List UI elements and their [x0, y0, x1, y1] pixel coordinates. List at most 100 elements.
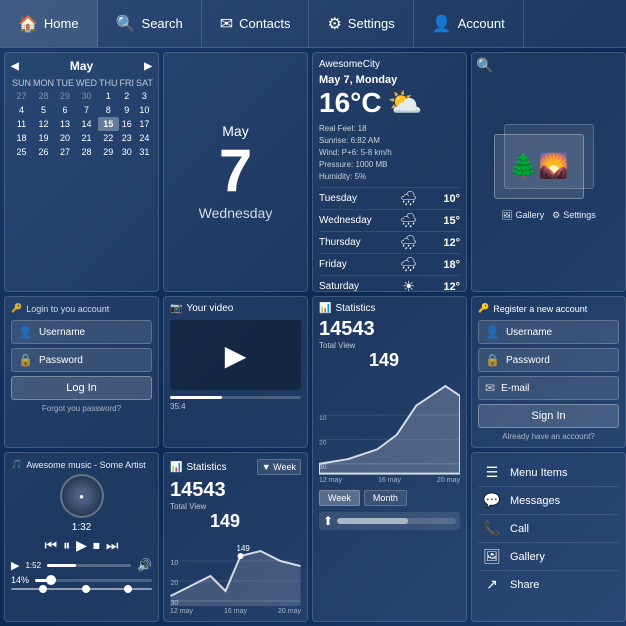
nav-account[interactable]: 👤 Account — [414, 0, 524, 47]
multi-dot-slider — [11, 588, 152, 590]
home-icon: 🏠 — [18, 14, 38, 34]
menu-item-menu[interactable]: ☰ Menu Items — [478, 459, 619, 487]
signin-button[interactable]: Sign In — [478, 404, 619, 428]
table-row[interactable]: 2 — [119, 89, 136, 103]
table-row[interactable]: 7 — [75, 103, 98, 117]
table-row[interactable]: 3 — [135, 89, 154, 103]
already-account-link[interactable]: Already have an account? — [478, 432, 619, 441]
vp-slider[interactable] — [47, 564, 131, 567]
table-row[interactable]: 22 — [98, 131, 119, 145]
table-row[interactable]: 29 — [98, 145, 119, 159]
username-input-row[interactable]: 👤 Username — [11, 320, 152, 344]
calendar-prev[interactable]: ◀ — [11, 61, 19, 72]
table-row[interactable]: 30 — [119, 145, 136, 159]
table-row[interactable]: 21 — [75, 131, 98, 145]
music-time: 1:32 — [11, 522, 152, 533]
stats-tabs: Week Month — [319, 490, 460, 506]
table-row[interactable]: 28 — [32, 89, 55, 103]
table-row[interactable]: 27 — [55, 145, 75, 159]
table-row[interactable]: 23 — [119, 131, 136, 145]
table-row[interactable]: 25 — [11, 145, 32, 159]
table-row[interactable]: 26 — [32, 145, 55, 159]
table-row[interactable]: 28 — [75, 145, 98, 159]
table-row[interactable]: 13 — [55, 117, 75, 131]
login-button[interactable]: Log In — [11, 376, 152, 400]
menu-item-share[interactable]: ↗ Share — [478, 571, 619, 598]
nav-contacts-label: Contacts — [239, 16, 290, 31]
table-row[interactable]: 19 — [32, 131, 55, 145]
table-row[interactable]: 30 — [75, 89, 98, 103]
stats-tab-month[interactable]: Month — [364, 490, 407, 506]
weather-sunrise: Sunrise: 6:82 AM — [319, 135, 460, 147]
vp-volume-icon[interactable]: 🔊 — [137, 558, 152, 572]
forgot-password-link[interactable]: Forgot you password? — [11, 404, 152, 413]
nav-settings[interactable]: ⚙ Settings — [309, 0, 413, 47]
dot-handle-2[interactable] — [82, 585, 90, 593]
menu-item-messages[interactable]: 💬 Messages — [478, 487, 619, 515]
vp-play-icon[interactable]: ▶ — [11, 559, 19, 572]
table-row[interactable]: 14 — [75, 117, 98, 131]
cal-day-thu: THU — [98, 77, 119, 89]
video-progress-bar[interactable] — [170, 396, 301, 399]
table-row[interactable]: 8 — [98, 103, 119, 117]
forecast-saturday: Saturday ☀ 12° — [319, 275, 460, 292]
weather-date: May 7, Monday — [319, 74, 460, 86]
menu-item-gallery[interactable]: 🖼 Gallery — [478, 543, 619, 571]
table-row[interactable]: 15 — [98, 117, 119, 131]
video-play-button[interactable]: ▶ — [225, 339, 247, 372]
table-row[interactable]: 12 — [32, 117, 55, 131]
reg-email-input[interactable]: ✉ E-mail — [478, 376, 619, 400]
table-row[interactable]: 16 — [119, 117, 136, 131]
music-next-button[interactable]: ⏭ — [106, 537, 119, 554]
password-input-row[interactable]: 🔒 Password — [11, 348, 152, 372]
chart-date-r1: 12 may — [319, 477, 342, 484]
weather-cloud-icon: 🌧 — [400, 212, 418, 229]
music-pause-button[interactable]: ⏸ — [63, 537, 70, 554]
table-row[interactable]: 4 — [11, 103, 32, 117]
table-row[interactable]: 31 — [135, 145, 154, 159]
menu-panel: ☰ Menu Items 💬 Messages 📞 Call 🖼 Gallery… — [471, 452, 626, 622]
cal-day-sat: SAT — [135, 77, 154, 89]
stats-bar-icon-2: 📊 — [319, 303, 331, 314]
login-key-icon: 🔑 — [11, 303, 22, 314]
reg-username-input[interactable]: 👤 Username — [478, 320, 619, 344]
forecast-temp: 12° — [443, 281, 460, 293]
table-row[interactable]: 18 — [11, 131, 32, 145]
stats-filter[interactable]: ▼ Week — [257, 459, 301, 475]
dot-handle-1[interactable] — [39, 585, 47, 593]
table-row[interactable]: 1 — [98, 89, 119, 103]
username-label: Username — [39, 327, 85, 338]
table-row[interactable]: 29 — [55, 89, 75, 103]
password-icon: 🔒 — [18, 353, 33, 367]
nav-contacts[interactable]: ✉ Contacts — [202, 0, 310, 47]
weather-sun-icon: ☀ — [402, 278, 415, 292]
photo-search-icon[interactable]: 🔍 — [476, 57, 493, 74]
table-row[interactable]: 11 — [11, 117, 32, 131]
table-row[interactable]: 6 — [55, 103, 75, 117]
stats-left-header: 📊 Statistics ▼ Week — [170, 459, 301, 475]
reg-password-input[interactable]: 🔒 Password — [478, 348, 619, 372]
table-row[interactable]: 5 — [32, 103, 55, 117]
percent-slider[interactable] — [35, 579, 152, 582]
table-row[interactable]: 10 — [135, 103, 154, 117]
music-stop-button[interactable]: ⏹ — [93, 537, 100, 554]
slider-handle[interactable] — [46, 575, 56, 585]
table-row[interactable]: 9 — [119, 103, 136, 117]
table-row[interactable]: 17 — [135, 117, 154, 131]
video-player-row: ▶ 1:52 🔊 — [11, 558, 152, 572]
table-row[interactable]: 20 — [55, 131, 75, 145]
stats-tab-week[interactable]: Week — [319, 490, 360, 506]
menu-item-call[interactable]: 📞 Call — [478, 515, 619, 543]
table-row[interactable]: 24 — [135, 131, 154, 145]
dot-handle-3[interactable] — [124, 585, 132, 593]
music-prev-button[interactable]: ⏮ — [45, 537, 58, 554]
upload-fill — [337, 518, 408, 524]
nav-search[interactable]: 🔍 Search — [98, 0, 202, 47]
table-row[interactable]: 27 — [11, 89, 32, 103]
photo-settings-button[interactable]: ⚙ Settings — [552, 210, 596, 221]
nav-home[interactable]: 🏠 Home — [0, 0, 98, 47]
music-play-button[interactable]: ▶ — [76, 537, 87, 554]
calendar-next[interactable]: ▶ — [144, 61, 152, 72]
register-title: 🔑 Register a new account — [478, 303, 619, 314]
gallery-button[interactable]: 🖼 Gallery — [501, 210, 544, 221]
